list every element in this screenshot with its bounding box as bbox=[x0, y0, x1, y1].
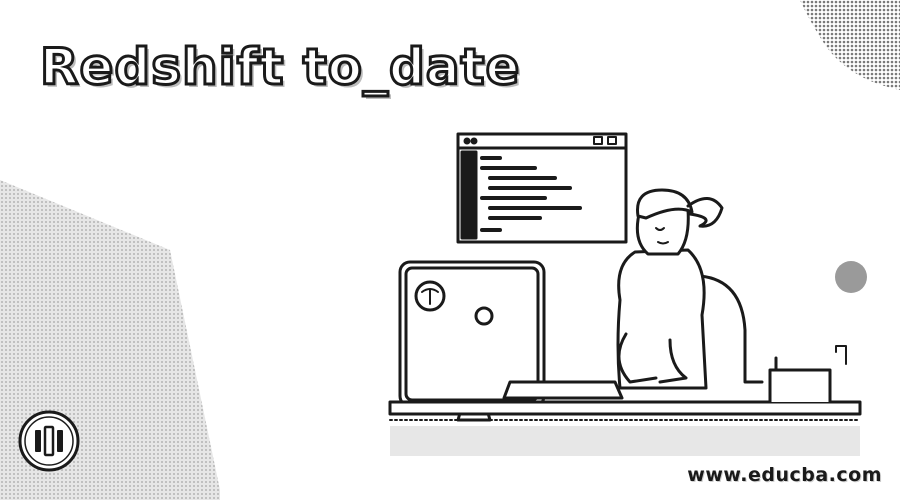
chair bbox=[698, 274, 764, 384]
woman-at-computer-illustration bbox=[388, 132, 862, 456]
page-title: Redshift to_date bbox=[38, 37, 521, 98]
banner: Redshift to_date www.educba.com bbox=[0, 0, 900, 500]
woman bbox=[616, 188, 724, 390]
keyboard bbox=[502, 380, 624, 400]
website-link[interactable]: www.educba.com bbox=[687, 464, 882, 486]
corner-shape-top-right bbox=[800, 0, 900, 90]
educba-logo-icon bbox=[18, 410, 80, 472]
code-window bbox=[456, 132, 628, 244]
